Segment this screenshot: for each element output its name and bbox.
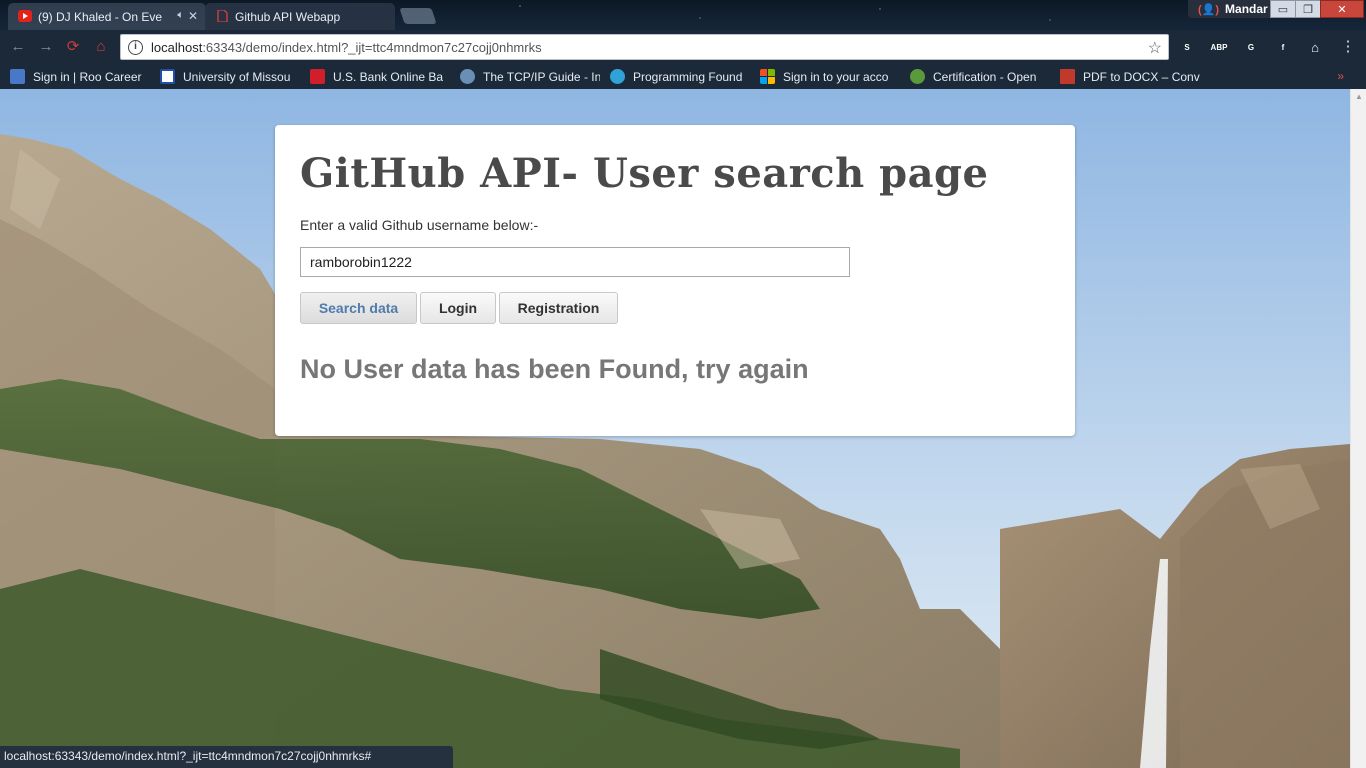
- profile-icon: (👤): [1198, 3, 1220, 16]
- registration-button[interactable]: Registration: [499, 292, 618, 324]
- search-data-button[interactable]: Search data: [300, 292, 417, 324]
- bookmark-label: Certification - Open: [933, 69, 1037, 84]
- maximize-button[interactable]: ❐: [1295, 0, 1321, 18]
- programming-icon: [610, 69, 625, 84]
- bookmark-certification[interactable]: Certification - Open: [900, 69, 1050, 84]
- bookmark-tcpip-guide[interactable]: The TCP/IP Guide - In: [450, 69, 600, 84]
- tab-strip: (9) DJ Khaled - On Eve 🔈︎ ✕ Github API W…: [0, 0, 1366, 30]
- minimize-icon: ▭: [1277, 3, 1289, 16]
- result-message: No User data has been Found, try again: [300, 354, 809, 384]
- login-button[interactable]: Login: [420, 292, 496, 324]
- address-bar[interactable]: i localhost:63343/demo/index.html?_ijt=t…: [120, 34, 1169, 60]
- menu-icon[interactable]: ⋮: [1338, 37, 1358, 57]
- new-tab-button[interactable]: [399, 8, 437, 24]
- tab-github-api-webapp[interactable]: Github API Webapp: [205, 3, 395, 30]
- page-icon: [217, 10, 228, 22]
- info-icon[interactable]: i: [128, 39, 143, 55]
- extension-label: f: [1281, 42, 1285, 52]
- close-icon: ✕: [1337, 3, 1347, 16]
- scroll-up-arrow-icon[interactable]: ▲: [1355, 92, 1363, 101]
- vertical-scrollbar[interactable]: ▲: [1350, 89, 1366, 768]
- url-path: :63343/demo/index.html?_ijt=ttc4mndmon7c…: [202, 39, 542, 55]
- username-input[interactable]: [300, 247, 850, 277]
- youtube-icon: [18, 10, 32, 22]
- extension-label: ABP: [1210, 42, 1228, 52]
- tab-title: (9) DJ Khaled - On Eve: [38, 9, 163, 24]
- tab-title: Github API Webapp: [235, 9, 341, 24]
- extension-label: S: [1184, 42, 1190, 52]
- extension-label: ⌂: [1311, 39, 1319, 55]
- usbank-icon: [310, 69, 325, 84]
- bookmarks-bar: Sign in | Roo Career University of Misso…: [0, 64, 1366, 89]
- bookmark-label: University of Missou: [183, 69, 291, 84]
- forward-button[interactable]: →: [36, 37, 56, 57]
- maximize-icon: ❐: [1303, 3, 1313, 16]
- flash-icon[interactable]: f: [1274, 38, 1292, 56]
- bookmark-label: Programming Found: [633, 69, 743, 84]
- reload-button[interactable]: ⟳: [63, 37, 83, 57]
- bookmark-label: Sign in to your acco: [783, 69, 889, 84]
- bookmark-university-of-missouri[interactable]: University of Missou: [150, 69, 300, 84]
- microsoft-icon: [760, 69, 775, 84]
- umkc-icon: [160, 69, 175, 84]
- pdf-icon: [1060, 69, 1075, 84]
- bookmark-label: The TCP/IP Guide - In: [483, 69, 600, 84]
- bookmark-programming-foundations[interactable]: Programming Found: [600, 69, 750, 84]
- skype-icon[interactable]: S: [1178, 38, 1196, 56]
- bookmark-label: U.S. Bank Online Ba: [333, 69, 444, 84]
- bookmark-microsoft-sign-in[interactable]: Sign in to your acco: [750, 69, 900, 84]
- browser-toolbar: ← → ⟳ ⌂ i localhost:63343/demo/index.htm…: [0, 30, 1366, 64]
- bookmark-roo-career[interactable]: Sign in | Roo Career: [0, 69, 150, 84]
- bookmark-star-icon[interactable]: ☆: [1148, 38, 1162, 58]
- close-tab-icon[interactable]: ✕: [188, 9, 198, 23]
- page-viewport: GitHub API- User search page Enter a val…: [0, 89, 1350, 768]
- username-instructions: Enter a valid Github username below:-: [300, 217, 539, 233]
- url-host: localhost: [151, 39, 203, 55]
- roo-career-icon: [10, 69, 25, 84]
- profile-button[interactable]: (👤) Mandar: [1188, 0, 1278, 18]
- search-panel: GitHub API- User search page Enter a val…: [275, 125, 1075, 436]
- tab-youtube[interactable]: (9) DJ Khaled - On Eve 🔈︎ ✕: [8, 3, 206, 30]
- home-icon[interactable]: ⌂: [1306, 38, 1324, 56]
- bookmark-us-bank[interactable]: U.S. Bank Online Ba: [300, 69, 450, 84]
- more-bookmarks-icon[interactable]: »: [1337, 69, 1344, 83]
- speaker-icon: 🔈︎: [177, 9, 184, 21]
- status-bar-url: localhost:63343/demo/index.html?_ijt=ttc…: [0, 746, 453, 768]
- bookmark-label: PDF to DOCX – Conv: [1083, 69, 1200, 84]
- close-window-button[interactable]: ✕: [1320, 0, 1364, 18]
- back-button[interactable]: ←: [8, 37, 28, 57]
- home-button[interactable]: ⌂: [91, 37, 111, 57]
- menu-glyph: ⋮: [1340, 38, 1356, 55]
- profile-name: Mandar: [1225, 2, 1268, 16]
- adblock-icon[interactable]: ABP: [1210, 38, 1228, 56]
- certification-icon: [910, 69, 925, 84]
- tcpip-guide-icon: [460, 69, 475, 84]
- extension-label: G: [1247, 42, 1255, 52]
- minimize-button[interactable]: ▭: [1270, 0, 1296, 18]
- bookmark-label: Sign in | Roo Career: [33, 69, 142, 84]
- page-title: GitHub API- User search page: [300, 150, 989, 197]
- translate-icon[interactable]: G: [1242, 38, 1260, 56]
- bookmark-pdf-to-docx[interactable]: PDF to DOCX – Conv: [1050, 69, 1200, 84]
